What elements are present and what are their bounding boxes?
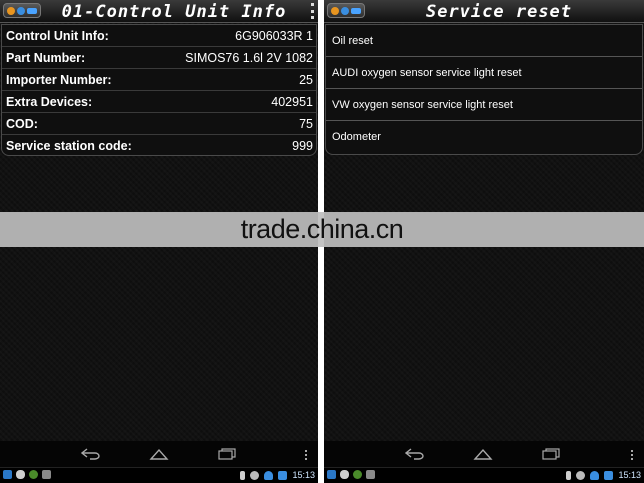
car-icon	[351, 7, 361, 14]
info-row: COD: 75	[2, 113, 316, 135]
navigation-bar	[324, 441, 644, 467]
info-label: Extra Devices:	[6, 94, 93, 109]
info-value: 25	[299, 72, 313, 87]
info-label: Importer Number:	[6, 72, 112, 87]
overflow-menu-icon[interactable]	[304, 450, 308, 460]
info-row: Part Number: SIMOS76 1.6l 2V 1082	[2, 47, 316, 69]
recent-apps-icon[interactable]	[216, 446, 238, 462]
info-label: COD:	[6, 116, 38, 131]
menu-item-odometer[interactable]: Odometer	[326, 121, 642, 153]
back-icon[interactable]	[80, 446, 102, 462]
menu-item-oil-reset[interactable]: Oil reset	[326, 25, 642, 57]
info-value: 999	[292, 139, 313, 153]
title-bar: Service reset	[324, 0, 644, 23]
wifi-icon	[264, 471, 274, 480]
app-switcher-icons[interactable]	[327, 3, 365, 18]
wifi-icon	[590, 471, 600, 480]
home-icon[interactable]	[472, 446, 494, 462]
info-label: Service station code:	[6, 139, 132, 153]
service-reset-menu: Oil reset AUDI oxygen sensor service lig…	[325, 24, 643, 155]
cloud-icon	[16, 470, 25, 479]
info-label: Control Unit Info:	[6, 28, 109, 43]
navigation-bar	[0, 441, 318, 467]
battery-icon	[566, 471, 572, 480]
globe-icon	[341, 6, 349, 15]
usb-icon	[353, 470, 362, 479]
globe-icon	[17, 6, 25, 15]
home-icon[interactable]	[148, 446, 170, 462]
app-switcher-icons[interactable]	[3, 3, 41, 18]
usb-icon	[29, 470, 38, 479]
alarm-icon	[250, 471, 260, 480]
app-icon	[3, 470, 12, 479]
info-label: Part Number:	[6, 50, 86, 65]
clock: 15:13	[292, 470, 315, 480]
alarm-icon	[576, 471, 586, 480]
battery-icon	[240, 471, 246, 480]
screen-title: 01-Control Unit Info	[61, 2, 287, 22]
info-table: Control Unit Info: 6G906033R 1 Part Numb…	[1, 24, 317, 156]
overflow-menu-icon[interactable]	[309, 3, 315, 19]
menu-item-audi-oxygen-reset[interactable]: AUDI oxygen sensor service light reset	[326, 57, 642, 89]
screen-title: Service reset	[425, 2, 573, 22]
status-bar: 15:13	[0, 467, 318, 483]
recent-apps-icon[interactable]	[540, 446, 562, 462]
signal-icon	[604, 471, 614, 480]
info-row: Service station code: 999	[2, 135, 316, 157]
back-icon[interactable]	[404, 446, 426, 462]
info-value: 75	[299, 116, 313, 131]
app-icon	[327, 470, 336, 479]
info-row: Importer Number: 25	[2, 69, 316, 91]
watermark-text: trade.china.cn	[240, 214, 404, 244]
menu-item-vw-oxygen-reset[interactable]: VW oxygen sensor service light reset	[326, 89, 642, 121]
signal-icon	[278, 471, 288, 480]
status-bar: 15:13	[324, 467, 644, 483]
cloud-icon	[340, 470, 349, 479]
app-icon	[7, 6, 15, 15]
gamepad-icon	[366, 470, 375, 479]
title-bar: 01-Control Unit Info	[0, 0, 318, 23]
clock: 15:13	[618, 470, 641, 480]
watermark-band: trade.china.cn	[0, 212, 644, 247]
info-value: 6G906033R 1	[235, 28, 313, 43]
info-value: SIMOS76 1.6l 2V 1082	[185, 50, 313, 65]
info-value: 402951	[271, 94, 313, 109]
overflow-menu-icon[interactable]	[630, 450, 634, 460]
app-icon	[331, 6, 339, 15]
car-icon	[27, 7, 37, 14]
gamepad-icon	[42, 470, 51, 479]
info-row: Extra Devices: 402951	[2, 91, 316, 113]
info-row: Control Unit Info: 6G906033R 1	[2, 25, 316, 47]
